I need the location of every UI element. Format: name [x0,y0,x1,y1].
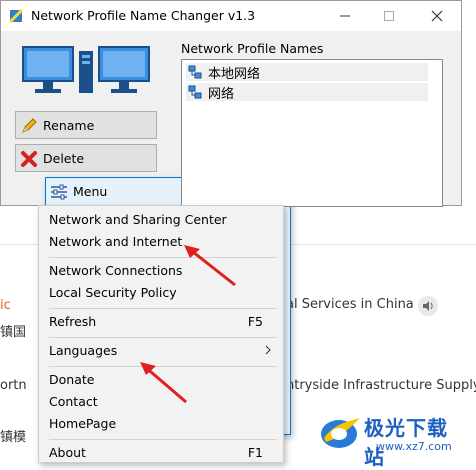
rename-label: Rename [43,118,95,133]
list-item-label: 网络 [208,87,235,102]
menu-item-languages[interactable]: Languages [49,343,117,358]
pencil-icon [22,118,37,133]
title-bar[interactable]: Network Profile Name Changer v1.3 [1,1,461,31]
menu-label: Menu [73,184,108,199]
background-text: ntryside Infrastructure Supply [286,378,476,393]
window-title: Network Profile Name Changer v1.3 [31,8,256,23]
left-panel: Rename Delete Menu [7,37,291,435]
menu-item-homepage[interactable]: HomePage [49,416,116,431]
menu-item-about[interactable]: About [49,445,86,460]
minimize-icon [340,15,350,17]
chevron-right-icon [265,345,271,355]
app-icon [9,9,23,23]
sliders-icon [51,184,67,200]
list-item[interactable]: 本地网络 [186,63,428,82]
close-button[interactable] [415,1,461,31]
menu-item-local-security-policy[interactable]: Local Security Policy [49,285,177,300]
maximize-button[interactable] [367,1,413,31]
profile-names-list[interactable]: 本地网络 网络 [181,59,443,207]
maximize-icon [384,11,394,21]
menu-item-network-and-internet[interactable]: Network and Internet [49,234,182,249]
list-item[interactable]: 网络 [186,83,428,102]
delete-button[interactable]: Delete [15,144,157,172]
rename-button[interactable]: Rename [15,111,157,139]
menu-separator [49,257,277,258]
profile-names-label: Network Profile Names [181,41,324,56]
annotation-arrow-icon [184,245,236,287]
network-computers-icon [22,46,150,93]
app-window: Network Profile Name Changer v1.3 Rename… [0,0,462,435]
context-menu: Network and Sharing Center Network and I… [38,205,284,463]
refresh-shortcut: F5 [247,314,263,329]
close-icon [431,10,443,22]
watermark: 极光下载站 www.xz7.com [316,410,468,469]
about-shortcut: F1 [247,445,263,460]
menu-item-refresh[interactable]: Refresh [49,314,96,329]
network-icon [188,85,202,99]
menu-item-contact[interactable]: Contact [49,394,98,409]
minimize-button[interactable] [323,1,369,31]
menu-item-network-sharing-center[interactable]: Network and Sharing Center [49,212,227,227]
background-text: ortn [0,378,27,393]
menu-separator [49,337,277,338]
background-text: al Services in China [286,297,414,312]
red-x-icon [21,151,37,167]
background-text: 镇国 [0,325,27,340]
delete-label: Delete [43,151,85,166]
speaker-icon[interactable] [418,296,438,316]
network-icon [188,65,202,79]
background-text: ic [0,298,11,313]
annotation-arrow-icon [140,362,187,404]
menu-separator [49,439,277,440]
menu-separator [49,308,277,309]
list-item-label: 本地网络 [208,67,261,82]
watermark-logo-icon [321,418,360,448]
menu-item-donate[interactable]: Donate [49,372,94,387]
background-text: 镇模 [0,430,27,445]
menu-item-network-connections[interactable]: Network Connections [49,263,182,278]
watermark-url: www.xz7.com [376,440,452,453]
